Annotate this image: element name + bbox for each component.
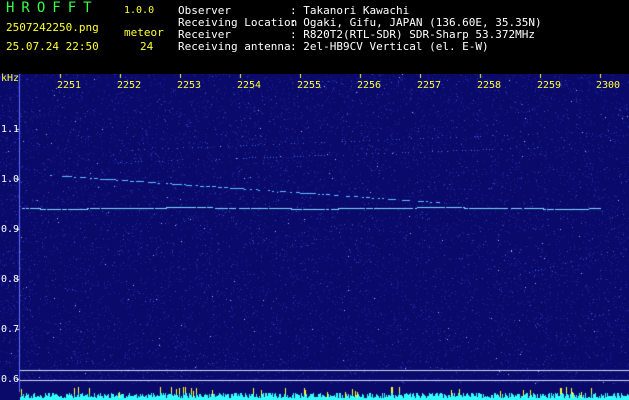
meteor-count: 24 xyxy=(140,40,154,53)
antenna-value: : 2el-HB9CV Vertical (el. E-W) xyxy=(290,40,489,53)
x-tick-label: 2300 xyxy=(596,80,621,91)
y-tick-label: 0.6 xyxy=(1,374,20,385)
app-version: 1.0.0 xyxy=(124,5,155,16)
app-title: HROFFT xyxy=(6,0,99,16)
meteor-label: meteor xyxy=(124,26,164,39)
y-tick-label: 1.1 xyxy=(1,124,20,135)
file-name: 2507242250.png xyxy=(6,21,99,34)
y-tick-label: 0.9 xyxy=(1,224,20,235)
y-tick-label: 1.0 xyxy=(1,174,20,185)
info-header: HROFFT 1.0.0 2507242250.png meteor 25.07… xyxy=(0,0,629,74)
antenna-label: Receiving antenna xyxy=(178,40,291,53)
x-tick-label: 2255 xyxy=(297,80,322,91)
unit-label: kHz xyxy=(1,73,20,84)
y-tick-label: 0.7 xyxy=(1,324,20,335)
spectrogram xyxy=(0,74,629,400)
x-tick-label: 2259 xyxy=(537,80,562,91)
date-time: 25.07.24 22:50 xyxy=(6,40,99,53)
x-tick-label: 2254 xyxy=(237,80,262,91)
x-tick-label: 2253 xyxy=(177,80,202,91)
x-tick-label: 2257 xyxy=(417,80,442,91)
x-tick-label: 2256 xyxy=(357,80,382,91)
x-tick-label: 2251 xyxy=(57,80,82,91)
x-tick-label: 2252 xyxy=(117,80,142,91)
x-tick-label: 2258 xyxy=(477,80,502,91)
y-tick-label: 0.8 xyxy=(1,274,20,285)
